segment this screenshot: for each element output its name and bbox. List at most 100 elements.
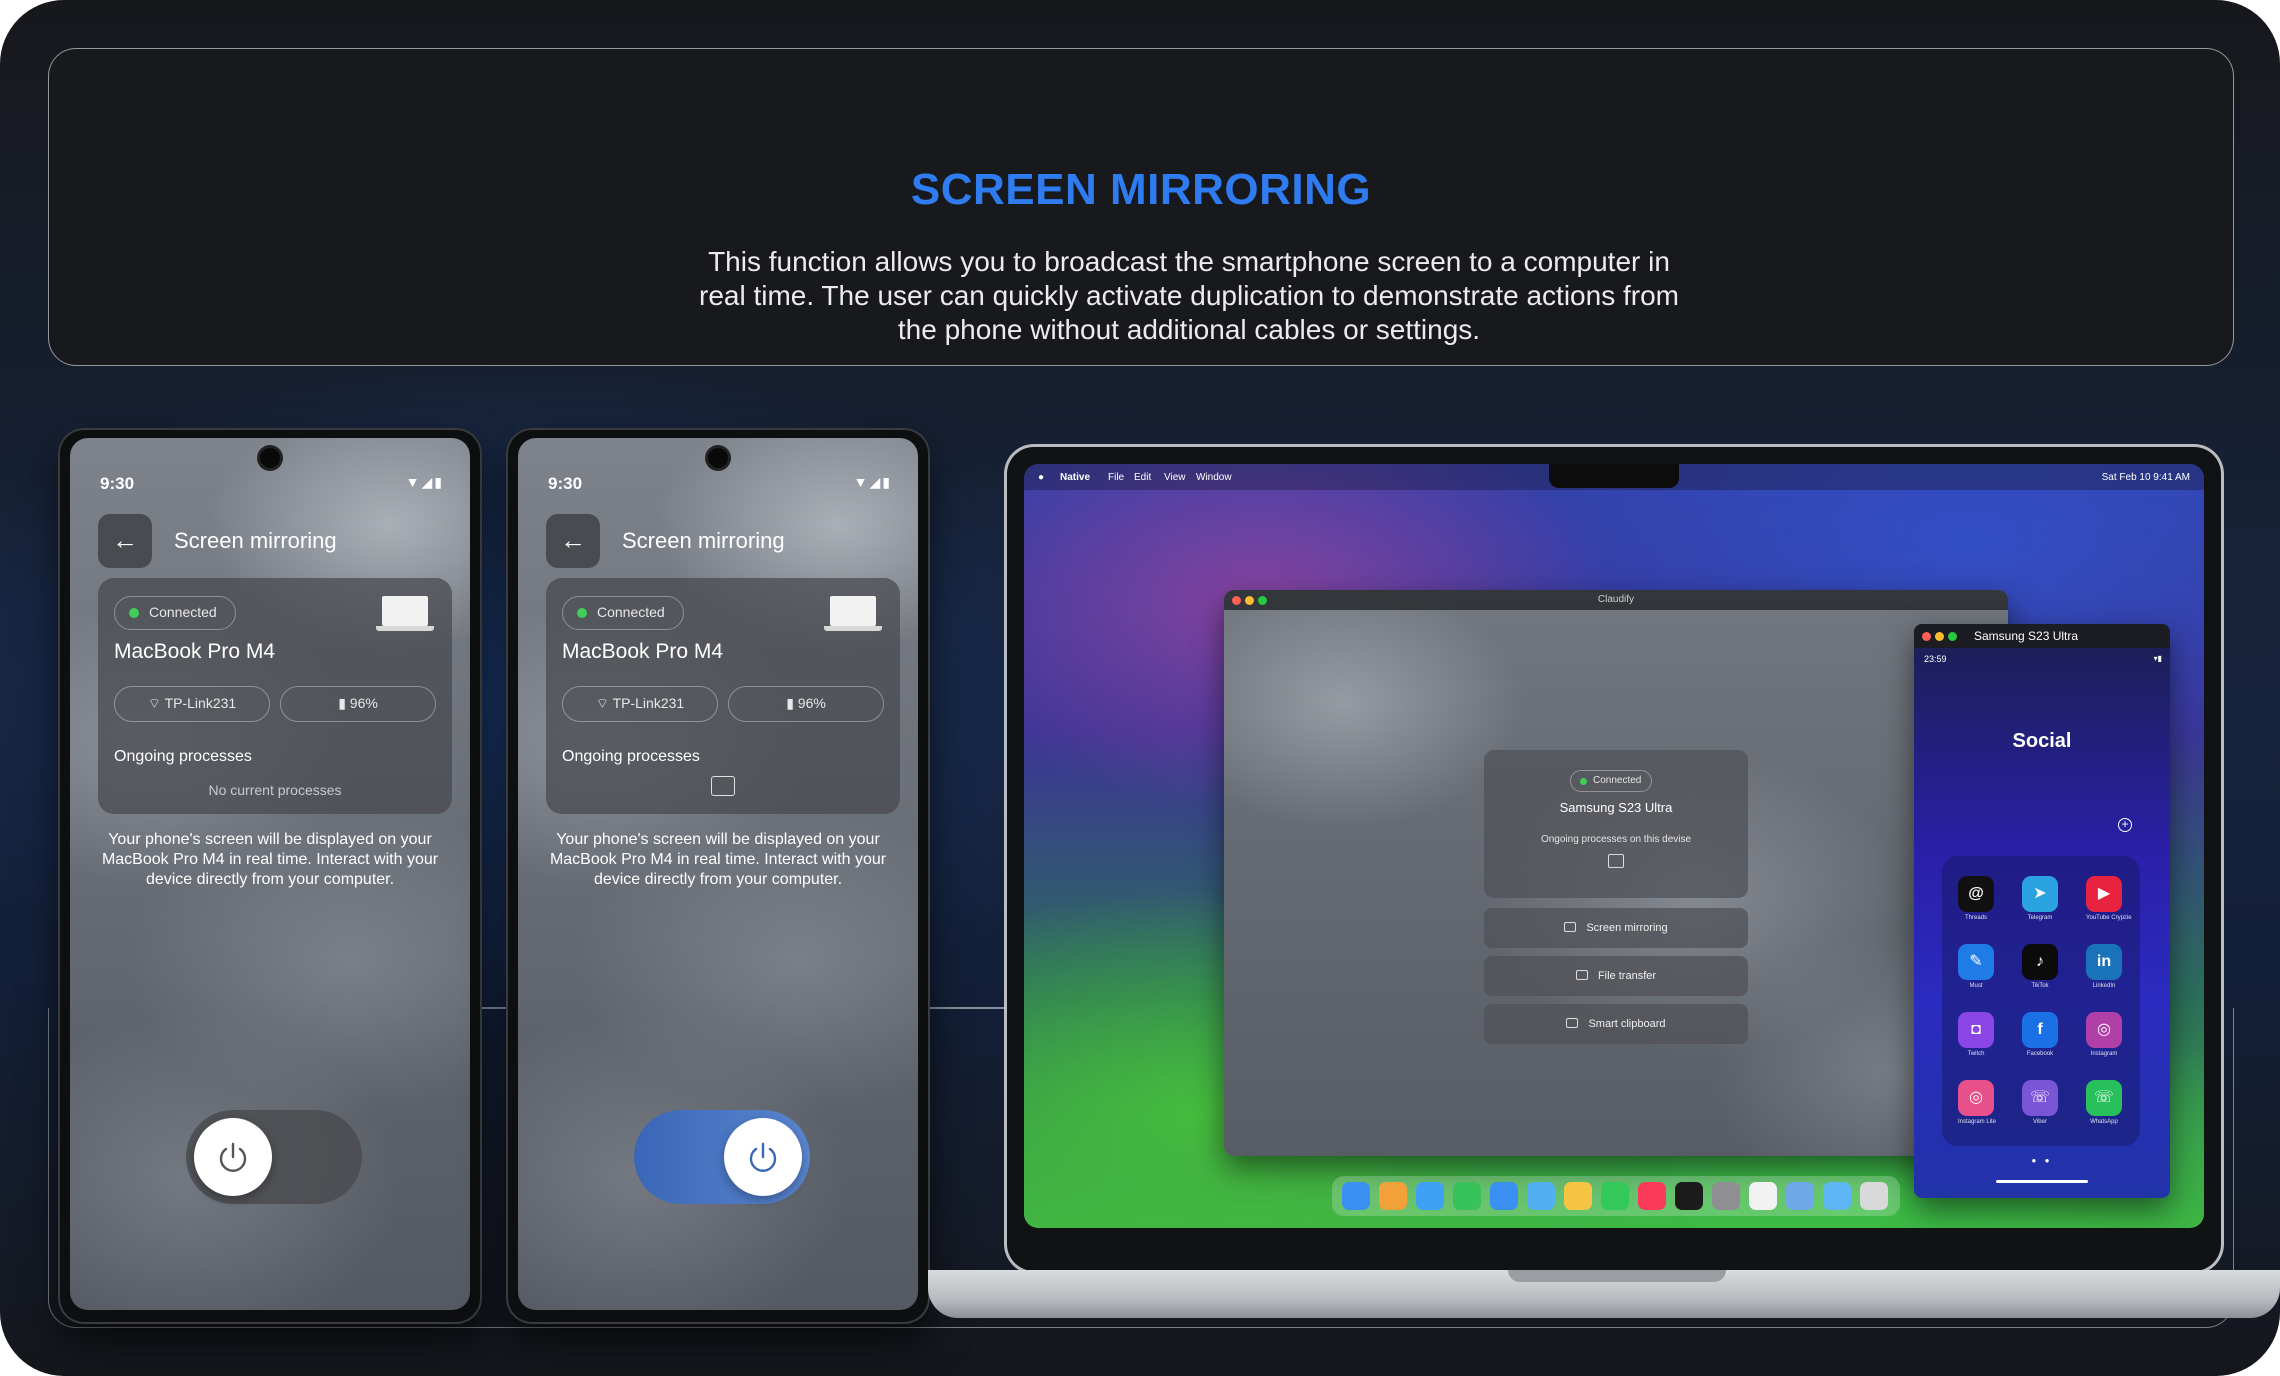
camera-icon: [708, 448, 728, 468]
device-card: Connected Samsung S23 Ultra Ongoing proc…: [1484, 750, 1748, 898]
dock-app-icon[interactable]: [1564, 1182, 1592, 1210]
dock-app-icon[interactable]: [1490, 1182, 1518, 1210]
app-linkedin[interactable]: in LinkedIn: [2086, 944, 2122, 989]
app-label: LinkedIn: [2092, 983, 2116, 989]
smart-clipboard-button[interactable]: Smart clipboard: [1484, 1004, 1748, 1044]
screen-mirroring-button[interactable]: Screen mirroring: [1484, 908, 1748, 948]
connection-status-label: Connected: [1593, 775, 1642, 786]
battery-chip: ▮ 96%: [280, 686, 436, 722]
battery-level: 96%: [797, 695, 826, 711]
macbook: ● Native File Edit View Window Sat Feb 1…: [1004, 444, 2224, 1274]
back-button[interactable]: ←: [98, 514, 152, 568]
battery-level: 96%: [349, 695, 378, 711]
telegram-icon: ➤: [2022, 876, 2058, 912]
add-icon[interactable]: +: [2118, 818, 2132, 832]
connection-status-badge: Connected: [562, 596, 684, 630]
app-label: WhatsApp: [2090, 1119, 2118, 1125]
app-twitch[interactable]: ◘ Twitch: [1958, 1012, 1994, 1057]
app-tiktok[interactable]: ♪ TikTok: [2022, 944, 2058, 989]
file-transfer-button[interactable]: File transfer: [1484, 956, 1748, 996]
wifi-icon: ⌔: [595, 695, 613, 711]
zoom-window-button[interactable]: [1948, 632, 1957, 641]
menu-item-edit[interactable]: Edit: [1134, 472, 1151, 483]
app-facebook[interactable]: f Facebook: [2022, 1012, 2058, 1057]
device-name: MacBook Pro M4: [562, 640, 724, 663]
status-dot-icon: [129, 608, 139, 618]
app-label: TikTok: [2031, 983, 2049, 989]
phone-screen: 9:30 ▼◢▮ ← Screen mirroring Connected Ma…: [70, 438, 470, 1310]
window-title: Claudify: [1597, 594, 1635, 605]
power-icon: [749, 1142, 777, 1172]
toggle-knob: [724, 1118, 802, 1196]
app-must[interactable]: ✎ Must: [1958, 944, 1994, 989]
youtube-icon: ▶: [2086, 876, 2122, 912]
linkedin-icon: in: [2086, 944, 2122, 980]
dock-app-icon[interactable]: [1601, 1182, 1629, 1210]
dock-app-icon[interactable]: [1342, 1182, 1370, 1210]
monitor-icon: [1564, 922, 1577, 932]
viber-icon: ☏: [2022, 1080, 2058, 1116]
dock-app-icon[interactable]: [1712, 1182, 1740, 1210]
app-threads[interactable]: @ Threads: [1958, 876, 1994, 921]
phone-off-state: 9:30 ▼◢▮ ← Screen mirroring Connected Ma…: [58, 428, 482, 1324]
mirroring-hint: Your phone's screen will be displayed on…: [101, 831, 439, 888]
device-name: MacBook Pro M4: [114, 640, 276, 663]
dock-app-icon[interactable]: [1749, 1182, 1777, 1210]
mirroring-power-toggle[interactable]: [634, 1110, 810, 1204]
screen-title: Screen mirroring: [174, 528, 337, 553]
mirroring-power-toggle[interactable]: [186, 1110, 362, 1204]
dock-app-icon[interactable]: [1453, 1182, 1481, 1210]
status-icons: ▾▮: [2153, 654, 2162, 663]
connection-status-label: Connected: [149, 604, 217, 620]
minimize-window-button[interactable]: [1935, 632, 1944, 641]
menu-item-file[interactable]: File: [1108, 472, 1124, 483]
apple-icon[interactable]: ●: [1038, 472, 1044, 483]
menu-item-app[interactable]: Native: [1060, 472, 1090, 483]
window-title: Samsung S23 Ultra: [1974, 629, 2079, 643]
app-label: Threads: [1964, 915, 1987, 921]
laptop-icon: [824, 596, 882, 632]
menu-item-view[interactable]: View: [1164, 472, 1186, 483]
header-card: SCREEN MIRRORING This function allows yo…: [48, 48, 2234, 366]
camera-icon: [260, 448, 280, 468]
app-whatsapp[interactable]: ☏ WhatsApp: [2086, 1080, 2122, 1125]
menu-item-window[interactable]: Window: [1196, 472, 1232, 483]
app-label: Telegram: [2027, 915, 2053, 921]
app-instagram[interactable]: ◎ Instagram: [2086, 1012, 2122, 1057]
ongoing-processes-label: Ongoing processes on this devise: [1540, 834, 1692, 845]
page-title: SCREEN MIRRORING: [910, 165, 1372, 214]
phone-mirror-window: Samsung S23 Ultra 23:59 ▾▮ Social + @ Thr…: [1914, 624, 2170, 1198]
dock-app-icon[interactable]: [1527, 1182, 1555, 1210]
page-canvas: SCREEN MIRRORING This function allows yo…: [0, 0, 2280, 1376]
back-button[interactable]: ←: [546, 514, 600, 568]
threads-icon: @: [1958, 876, 1994, 912]
close-window-button[interactable]: [1922, 632, 1931, 641]
ongoing-processes-label: Ongoing processes: [114, 748, 252, 765]
device-card: Connected MacBook Pro M4 ⌔ TP-Link231 ▮ …: [98, 578, 452, 814]
connection-status-badge: Connected: [1570, 770, 1653, 792]
app-youtube[interactable]: ▶ YouTube Crypzie: [2086, 876, 2132, 921]
app-viber[interactable]: ☏ Viber: [2022, 1080, 2058, 1125]
app-instagram-lite[interactable]: ◎ Instagram Lite: [1958, 1080, 1996, 1125]
status-time: 23:59: [1924, 654, 1947, 664]
app-telegram[interactable]: ➤ Telegram: [2022, 876, 2058, 921]
facebook-icon: f: [2022, 1012, 2058, 1048]
dock-app-icon[interactable]: [1416, 1182, 1444, 1210]
dock-app-icon[interactable]: [1860, 1182, 1888, 1210]
menu-bar-clock[interactable]: Sat Feb 10 9:41 AM: [2102, 472, 2190, 483]
status-time: 9:30: [100, 474, 135, 493]
file-icon: [1575, 970, 1588, 980]
must-icon: ✎: [1958, 944, 1994, 980]
dock: [1332, 1176, 1900, 1216]
dock-app-icon[interactable]: [1379, 1182, 1407, 1210]
phone-on-state: 9:30 ▼◢▮ ← Screen mirroring Connected Ma…: [506, 428, 930, 1324]
instagram-lite-icon: ◎: [1958, 1080, 1994, 1116]
device-card: Connected MacBook Pro M4 ⌔ TP-Link231 ▮ …: [546, 578, 900, 814]
status-icons: ▼◢▮: [853, 474, 892, 490]
dock-app-icon[interactable]: [1675, 1182, 1703, 1210]
app-label: Viber: [2033, 1119, 2047, 1125]
dock-app-icon[interactable]: [1638, 1182, 1666, 1210]
dock-app-icon[interactable]: [1786, 1182, 1814, 1210]
home-indicator[interactable]: [1996, 1180, 2088, 1183]
dock-app-icon[interactable]: [1823, 1182, 1851, 1210]
